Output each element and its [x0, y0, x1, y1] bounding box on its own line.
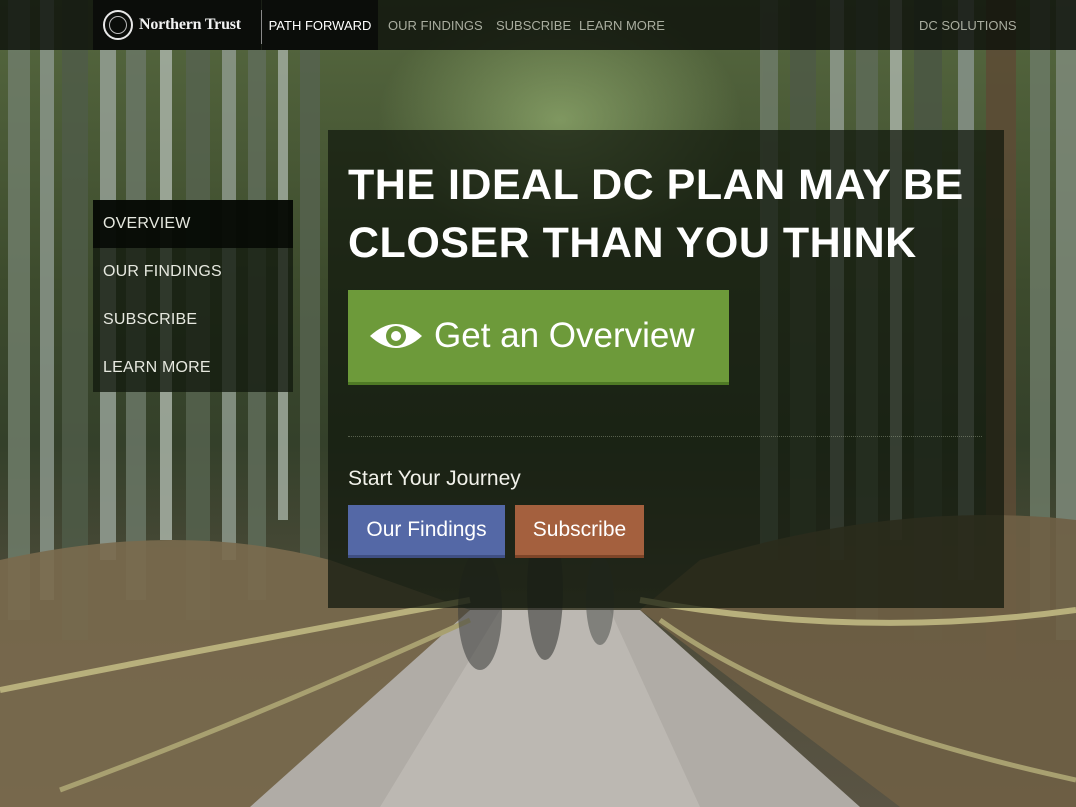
side-menu-item-overview[interactable]: OVERVIEW — [93, 200, 293, 248]
divider — [348, 436, 982, 437]
start-journey-label: Start Your Journey — [348, 467, 521, 490]
brand-logo[interactable]: Northern Trust — [93, 0, 261, 50]
side-menu: OVERVIEW OUR FINDINGS SUBSCRIBE LEARN MO… — [93, 200, 293, 392]
subscribe-button[interactable]: Subscribe — [515, 505, 644, 558]
nav-item-dc-solutions[interactable]: DC SOLUTIONS — [919, 0, 1017, 50]
page-title: THE IDEAL DC PLAN MAY BE CLOSER THAN YOU… — [348, 156, 988, 272]
our-findings-button[interactable]: Our Findings — [348, 505, 505, 558]
side-menu-item-our-findings[interactable]: OUR FINDINGS — [93, 248, 293, 296]
top-navigation-bar: Northern Trust PATH FORWARD OUR FINDINGS… — [0, 0, 1076, 50]
nav-item-learn-more[interactable]: LEARN MORE — [579, 0, 665, 50]
side-menu-item-learn-more[interactable]: LEARN MORE — [93, 344, 293, 392]
hero-panel: THE IDEAL DC PLAN MAY BE CLOSER THAN YOU… — [328, 130, 1004, 608]
get-overview-button[interactable]: Get an Overview — [348, 290, 729, 385]
headline-line-2: CLOSER THAN YOU THINK — [348, 219, 917, 267]
nav-item-path-forward[interactable]: PATH FORWARD — [262, 0, 378, 50]
seal-icon — [103, 10, 133, 40]
get-overview-label: Get an Overview — [434, 316, 695, 355]
nav-item-our-findings[interactable]: OUR FINDINGS — [388, 0, 483, 50]
brand-name: Northern Trust — [139, 16, 241, 33]
eye-icon — [370, 324, 422, 348]
nav-item-subscribe[interactable]: SUBSCRIBE — [496, 0, 571, 50]
side-menu-item-subscribe[interactable]: SUBSCRIBE — [93, 296, 293, 344]
headline-line-1: THE IDEAL DC PLAN MAY BE — [348, 161, 964, 209]
